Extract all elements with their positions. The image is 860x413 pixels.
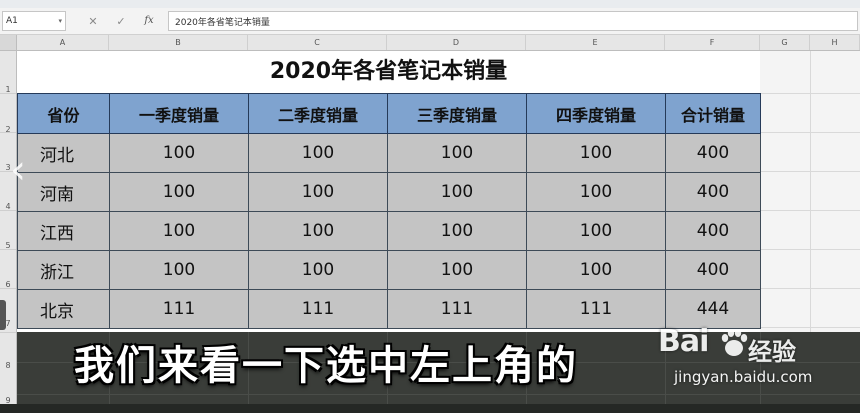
cell-total[interactable]: 400 [665,133,761,173]
cell-q2[interactable]: 111 [248,289,388,329]
previous-arrow-icon[interactable]: ‹ [6,148,30,192]
paw-logo-icon [721,329,748,356]
cell-q1[interactable]: 100 [109,133,249,173]
header-q3[interactable]: 三季度销量 [387,93,527,134]
cell-province[interactable]: 河北 [17,133,110,173]
column-header-a[interactable]: A [17,35,109,50]
cell-q3[interactable]: 100 [387,250,527,290]
cell-q3[interactable]: 111 [387,289,527,329]
cell-q3[interactable]: 100 [387,172,527,212]
column-header-g[interactable]: G [760,35,810,50]
watermark-url: jingyan.baidu.com [674,368,813,386]
formula-text: 2020年各省笔记本销量 [175,17,270,28]
function-icon[interactable]: fx [142,15,156,28]
row-header-bar: 1 2 3 4 5 6 7 8 9 [0,51,17,413]
table-row: 江西 100 100 100 100 400 [17,211,761,251]
cell-province[interactable]: 浙江 [17,250,110,290]
cell-province[interactable]: 江西 [17,211,110,251]
column-header-c[interactable]: C [248,35,387,50]
column-header-b[interactable]: B [109,35,248,50]
cell-q1[interactable]: 100 [109,211,249,251]
cell-q1[interactable]: 100 [109,250,249,290]
column-header-f[interactable]: F [665,35,760,50]
row-number-8[interactable]: 8 [0,361,16,370]
table-header-row: 省份 一季度销量 二季度销量 三季度销量 四季度销量 合计销量 [17,93,761,134]
header-q2[interactable]: 二季度销量 [248,93,388,134]
watermark-brand: Bai [658,324,709,359]
cell-q1[interactable]: 111 [109,289,249,329]
cell-total[interactable]: 400 [665,172,761,212]
column-header-bar: A B C D E F G H [0,35,860,51]
column-header-h[interactable]: H [810,35,860,50]
column-header-d[interactable]: D [387,35,526,50]
cell-q2[interactable]: 100 [248,250,388,290]
cell-total[interactable]: 400 [665,211,761,251]
cell-q3[interactable]: 100 [387,211,527,251]
table-row: 河南 100 100 100 100 400 [17,172,761,212]
bottom-bar [0,404,860,413]
formula-bar: A1 ▾ ✕ ✓ fx 2020年各省笔记本销量 [0,8,860,35]
watermark: Bai 经验 jingyan.baidu.com [640,318,840,398]
cell-total[interactable]: 400 [665,250,761,290]
cell-q2[interactable]: 100 [248,172,388,212]
window-top-strip [0,0,860,8]
cell-q2[interactable]: 100 [248,211,388,251]
name-box[interactable]: A1 ▾ [2,11,66,31]
header-total[interactable]: 合计销量 [665,93,761,134]
cell-reference: A1 [6,16,18,26]
sheet-title[interactable]: 2020年各省笔记本销量 [17,51,760,93]
select-all-corner[interactable] [0,35,17,50]
cell-province[interactable]: 河南 [17,172,110,212]
data-sheet: 2020年各省笔记本销量 省份 一季度销量 二季度销量 三季度销量 四季度销量 … [17,51,761,332]
cell-q1[interactable]: 100 [109,172,249,212]
cell-q3[interactable]: 100 [387,133,527,173]
cell-q4[interactable]: 100 [526,172,666,212]
table-row: 浙江 100 100 100 100 400 [17,250,761,290]
column-header-e[interactable]: E [526,35,665,50]
video-subtitle: 我们来看一下选中左上角的 [74,343,578,389]
confirm-icon[interactable]: ✓ [114,15,128,28]
empty-cells-right[interactable] [760,51,860,341]
chevron-down-icon[interactable]: ▾ [58,17,62,25]
cell-q2[interactable]: 100 [248,133,388,173]
cell-province[interactable]: 北京 [17,289,110,329]
cancel-icon[interactable]: ✕ [86,15,100,28]
sales-table: 省份 一季度销量 二季度销量 三季度销量 四季度销量 合计销量 河北 100 1… [17,93,761,329]
cell-q4[interactable]: 100 [526,250,666,290]
header-q4[interactable]: 四季度销量 [526,93,666,134]
cell-q4[interactable]: 100 [526,211,666,251]
header-q1[interactable]: 一季度销量 [109,93,249,134]
left-edge-handle [0,300,6,330]
header-province[interactable]: 省份 [17,93,110,134]
table-row: 河北 100 100 100 100 400 [17,133,761,173]
formula-input[interactable]: 2020年各省笔记本销量 [168,11,858,31]
cell-q4[interactable]: 100 [526,133,666,173]
watermark-sub: 经验 [748,338,796,366]
